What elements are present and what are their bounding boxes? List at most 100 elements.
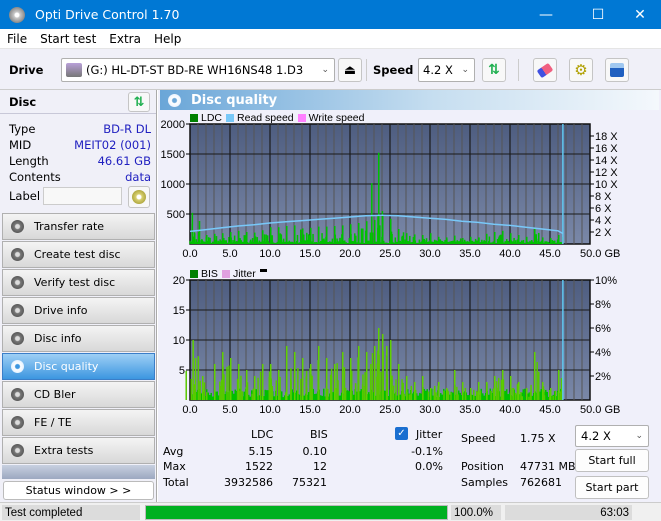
- ldc-bar: [423, 239, 425, 244]
- bis-bar: [366, 352, 368, 400]
- noise-bar: [260, 241, 262, 244]
- bis-bar: [297, 368, 299, 400]
- noise-bar: [290, 241, 292, 244]
- noise-bar: [435, 240, 437, 244]
- disc-label-label: Label: [9, 189, 41, 203]
- noise-bar: [329, 241, 331, 244]
- noise-bar: [363, 242, 365, 244]
- bis-bar: [406, 392, 408, 400]
- nav-extra-tests[interactable]: Extra tests: [2, 437, 155, 464]
- disc-refresh-button[interactable]: ⇅: [128, 92, 150, 112]
- bis-bar: [241, 391, 244, 400]
- bis-bar: [398, 364, 400, 400]
- ldc-bar: [515, 240, 517, 244]
- noise-bar: [360, 389, 362, 400]
- close-button[interactable]: ✕: [617, 0, 661, 29]
- bis-bar: [554, 390, 557, 400]
- y-right-tick-label: 14 X: [595, 155, 618, 167]
- y-right-tick-label: 18 X: [595, 131, 618, 143]
- noise-bar: [425, 390, 427, 400]
- ldc-bar: [230, 237, 232, 244]
- maximize-button[interactable]: ☐: [575, 0, 621, 29]
- nav-label: Verify test disc: [34, 276, 116, 289]
- stats-avg-jitter: -0.1%: [411, 445, 443, 458]
- noise-bar: [420, 393, 422, 400]
- noise-bar: [314, 394, 316, 400]
- save-button[interactable]: [605, 58, 629, 82]
- nav-disc-quality[interactable]: Disc quality: [2, 353, 155, 380]
- y-right-tick-label: 4%: [595, 347, 611, 359]
- nav-transfer-rate[interactable]: Transfer rate: [2, 213, 155, 240]
- disc-type-value: BD-R DL: [103, 122, 151, 136]
- y-right-tick-label: 6%: [595, 323, 611, 335]
- menu-start-test[interactable]: Start test: [33, 32, 102, 46]
- ldc-bar: [414, 234, 416, 244]
- ldc-bar: [217, 240, 219, 244]
- ldc-bar: [544, 241, 547, 244]
- refresh-button[interactable]: ⇅: [482, 58, 506, 82]
- jitter-marker: [259, 268, 267, 272]
- stats-header-bis: BIS: [310, 428, 328, 441]
- bis-bar: [470, 388, 472, 400]
- ldc-bar: [459, 238, 462, 244]
- bis-bar: [203, 382, 206, 400]
- menu-file[interactable]: File: [0, 32, 33, 46]
- noise-bar: [249, 396, 251, 400]
- nav-spacer: [2, 465, 155, 479]
- noise-bar: [452, 392, 454, 400]
- nav-fe-te[interactable]: FE / TE: [2, 409, 155, 436]
- bis-bar: [450, 392, 452, 400]
- ldc-bar: [454, 242, 456, 244]
- start-part-button[interactable]: Start part: [575, 476, 649, 499]
- ldc-bar: [243, 235, 246, 244]
- ldc-bar: [266, 235, 269, 244]
- disc-mid-label: MID: [9, 138, 32, 152]
- ldc-bar: [488, 236, 491, 244]
- noise-bar: [288, 240, 290, 244]
- menu-help[interactable]: Help: [147, 32, 187, 46]
- ldc-bar: [369, 232, 372, 244]
- menu-extra[interactable]: Extra: [102, 32, 147, 46]
- noise-bar: [234, 389, 236, 400]
- noise-bar: [233, 393, 235, 400]
- ldc-bar: [409, 235, 411, 244]
- noise-bar: [368, 240, 370, 244]
- ldc-bar: [496, 239, 499, 244]
- nav-cd-bler[interactable]: CD Bler: [2, 381, 155, 408]
- bis-bar: [371, 353, 374, 400]
- disc-label-input[interactable]: [43, 187, 122, 205]
- ldc-bar: [251, 240, 254, 244]
- bis-bar: [357, 357, 359, 400]
- drive-select[interactable]: (G:) HL-DT-ST BD-RE WH16NS48 1.D3 ⌄: [61, 58, 335, 82]
- erase-button[interactable]: [533, 58, 557, 82]
- nav-disc-info[interactable]: Disc info: [2, 325, 155, 352]
- ldc-bar: [194, 233, 196, 244]
- x-tick-label: 30.0: [419, 248, 440, 260]
- nav-create-test-disc[interactable]: Create test disc: [2, 241, 155, 268]
- y-right-tick-label: 10 X: [595, 179, 618, 191]
- samples-label: Samples: [461, 476, 508, 489]
- ldc-bar: [510, 233, 512, 244]
- noise-bar: [273, 396, 275, 400]
- minimize-button[interactable]: —: [523, 0, 569, 29]
- settings-button[interactable]: ⚙: [569, 58, 593, 82]
- ldc-bar: [371, 183, 373, 244]
- noise-bar: [419, 392, 421, 400]
- bis-bar: [343, 367, 346, 400]
- nav-drive-info[interactable]: Drive info: [2, 297, 155, 324]
- disc-label-button[interactable]: [128, 186, 150, 208]
- chevron-down-icon: ⌄: [461, 65, 469, 75]
- eject-button[interactable]: ⏏: [338, 58, 362, 82]
- noise-bar: [399, 240, 401, 244]
- test-speed-select[interactable]: 4.2 X ⌄: [575, 425, 649, 447]
- noise-bar: [282, 397, 284, 400]
- ldc-bar: [439, 239, 442, 244]
- nav-verify-test-disc[interactable]: Verify test disc: [2, 269, 155, 296]
- ldc-bar: [278, 234, 280, 244]
- status-window-button[interactable]: Status window > >: [3, 481, 154, 500]
- disc-quality-panel: Disc quality LDC Read speed Write speed …: [158, 90, 661, 502]
- start-full-button[interactable]: Start full: [575, 449, 649, 472]
- speed-select[interactable]: 4.2 X ⌄: [418, 58, 475, 82]
- ldc-bar: [537, 232, 540, 244]
- jitter-checkbox[interactable]: ✓: [395, 427, 408, 440]
